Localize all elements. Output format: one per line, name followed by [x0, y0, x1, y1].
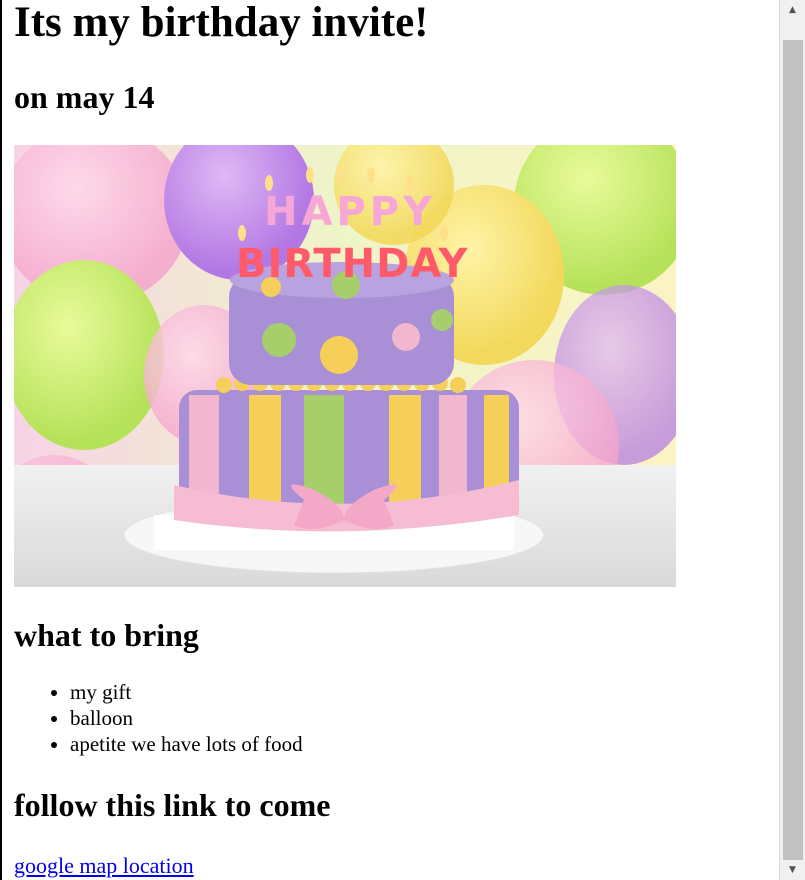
page-title: Its my birthday invite! — [14, 0, 429, 46]
date-heading: on may 14 — [14, 79, 155, 115]
happy-candles-text: HAPPY — [264, 189, 436, 235]
birthday-cake-image: HAPPY BIRTHDAY — [14, 145, 676, 587]
bring-list: my gift balloon apetite we have lots of … — [14, 679, 774, 757]
page-left-border — [0, 0, 2, 880]
page-content: Its my birthday invite! on may 14 HAPPY … — [14, 0, 774, 879]
scroll-up-arrow-icon[interactable]: ▲ — [780, 0, 805, 20]
list-item: my gift — [70, 679, 774, 705]
birthday-candles-text: BIRTHDAY — [236, 241, 468, 287]
follow-link-heading: follow this link to come — [14, 787, 331, 823]
scrollbar-thumb[interactable] — [783, 40, 803, 860]
list-item: apetite we have lots of food — [70, 731, 774, 757]
vertical-scrollbar[interactable]: ▲ ▼ — [779, 0, 805, 880]
scroll-down-arrow-icon[interactable]: ▼ — [780, 860, 805, 880]
what-to-bring-heading: what to bring — [14, 617, 199, 653]
google-map-link[interactable]: google map location — [14, 853, 194, 879]
list-item: balloon — [70, 705, 774, 731]
